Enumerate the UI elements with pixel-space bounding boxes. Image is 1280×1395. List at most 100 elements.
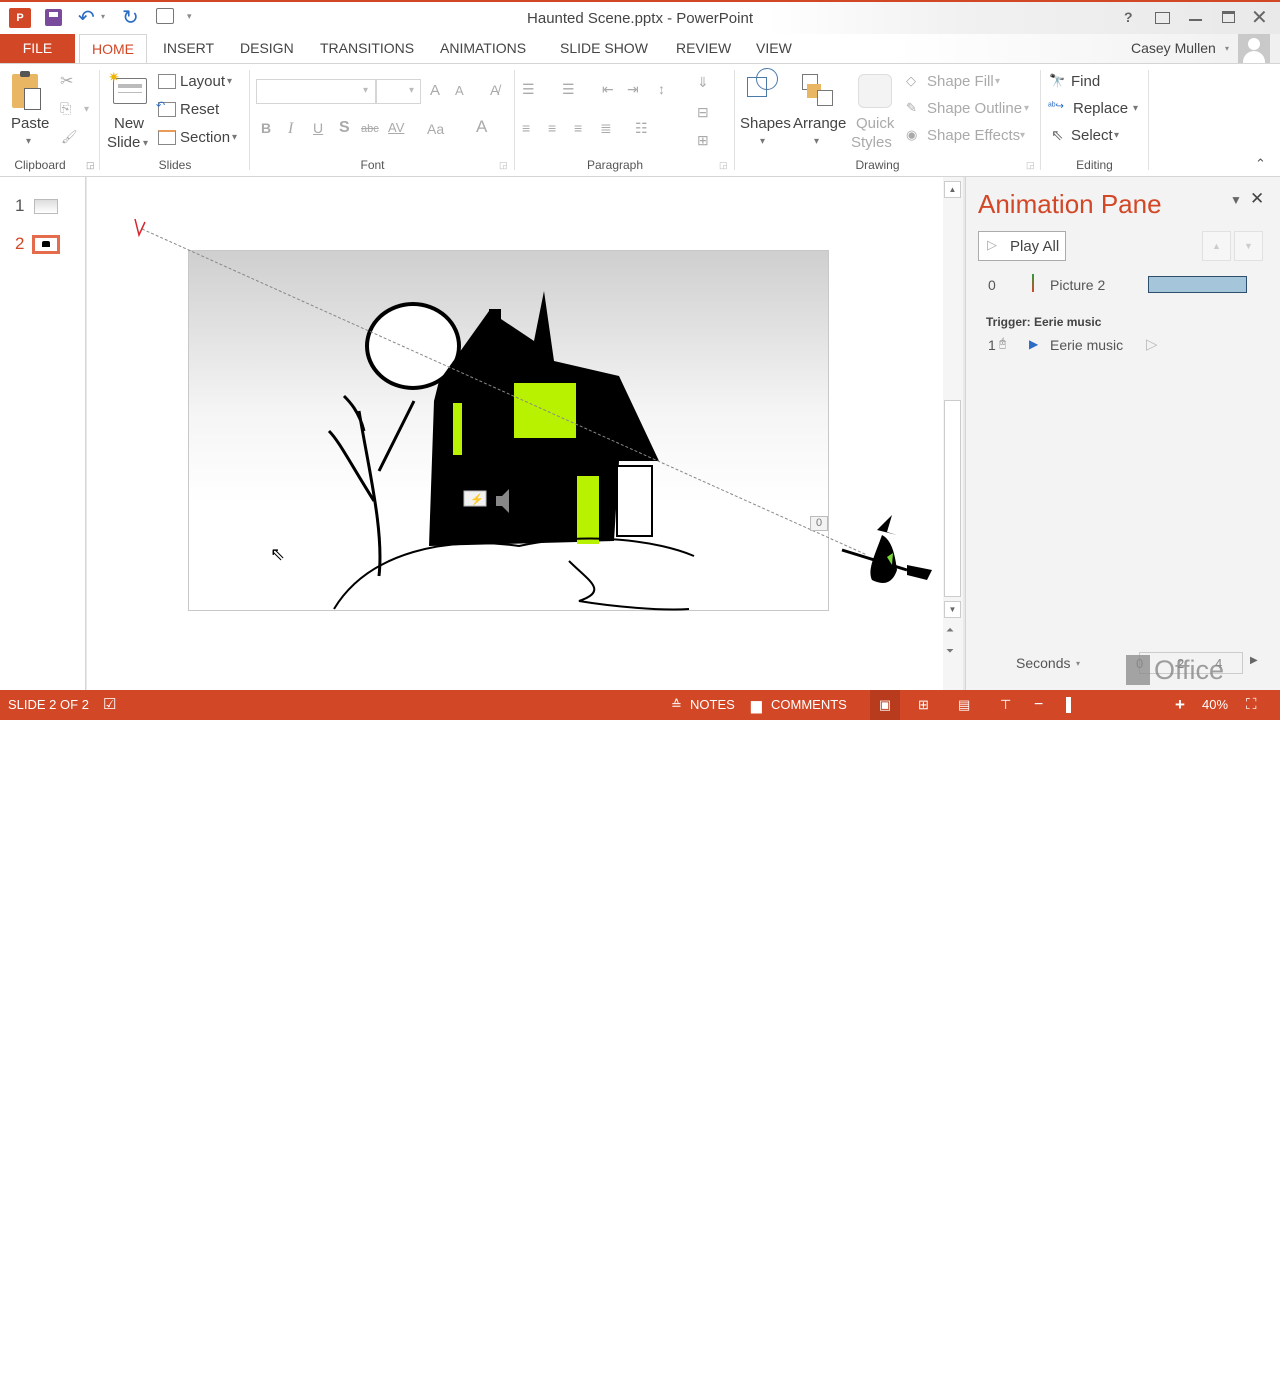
ribbon-display-icon[interactable] <box>1155 12 1170 24</box>
new-slide-icon[interactable]: ✷ <box>108 69 147 104</box>
trigger-animation-item[interactable]: 1 🖰 ▶ Eerie music ▷ <box>966 333 1280 357</box>
justify-icon[interactable]: ≣ <box>600 120 612 137</box>
new-slide-button[interactable]: New <box>114 115 144 132</box>
zoom-out-button[interactable]: − <box>1034 690 1043 720</box>
scroll-down-button[interactable]: ▼ <box>944 601 961 618</box>
notes-button[interactable]: NOTES <box>690 690 735 720</box>
section-button[interactable]: Section <box>180 129 230 146</box>
minimize-icon[interactable] <box>1189 19 1202 21</box>
slide-indicator[interactable]: SLIDE 2 OF 2 <box>8 690 89 720</box>
close-icon[interactable]: ✕ <box>1251 5 1268 30</box>
find-button[interactable]: Find <box>1071 73 1100 90</box>
shape-outline-dropdown-icon[interactable]: ▾ <box>1024 103 1029 114</box>
normal-view-button[interactable]: ▣ <box>870 690 900 720</box>
align-right-icon[interactable]: ≡ <box>574 120 582 136</box>
clipboard-launcher-icon[interactable]: ◲ <box>86 160 95 171</box>
previous-slide-button[interactable]: ⏶ <box>946 625 954 636</box>
layout-dropdown-icon[interactable]: ▾ <box>227 76 232 87</box>
paste-icon[interactable] <box>12 71 41 110</box>
grow-font-button[interactable]: A <box>430 82 440 99</box>
change-case-button[interactable]: Aa <box>427 121 444 137</box>
character-spacing-button[interactable]: AV <box>388 120 404 135</box>
slide-show-button[interactable]: ⊤ <box>1000 690 1011 720</box>
line-spacing-icon[interactable]: ↕ <box>658 81 665 97</box>
tab-review[interactable]: REVIEW <box>666 34 741 63</box>
timeline-units-dropdown[interactable]: Seconds <box>1016 655 1070 671</box>
shrink-font-button[interactable]: A <box>455 83 464 98</box>
pane-close-icon[interactable]: ✕ <box>1250 189 1264 209</box>
bold-button[interactable]: B <box>261 120 271 136</box>
collapse-ribbon-icon[interactable]: ⌃ <box>1255 156 1266 172</box>
reading-view-button[interactable]: ▤ <box>958 690 970 720</box>
numbering-icon[interactable]: ☰ <box>562 81 575 98</box>
tab-slide-show[interactable]: SLIDE SHOW <box>550 34 658 63</box>
align-left-icon[interactable]: ≡ <box>522 120 530 136</box>
align-text-icon[interactable]: ⊟ <box>697 104 709 121</box>
drawing-launcher-icon[interactable]: ◲ <box>1026 160 1035 171</box>
user-name[interactable]: Casey Mullen <box>1131 40 1216 56</box>
zoom-in-button[interactable]: + <box>1175 690 1185 720</box>
replace-dropdown-icon[interactable]: ▾ <box>1133 103 1138 114</box>
quick-styles-button[interactable]: Quick <box>856 115 894 132</box>
tab-transitions[interactable]: TRANSITIONS <box>310 34 424 63</box>
quick-styles-icon[interactable] <box>858 74 892 108</box>
shape-effects-button[interactable]: Shape Effects <box>927 127 1020 144</box>
comments-icon[interactable]: ▆ <box>751 690 762 720</box>
user-avatar[interactable] <box>1238 34 1270 64</box>
scroll-up-button[interactable]: ▲ <box>944 181 961 198</box>
copy-dropdown-icon[interactable]: ▾ <box>84 104 89 115</box>
strikethrough-button[interactable]: abc <box>361 123 379 135</box>
shapes-icon[interactable] <box>747 68 778 97</box>
select-button[interactable]: Select <box>1071 127 1113 144</box>
text-shadow-button[interactable]: S <box>339 119 350 137</box>
zoom-slider-thumb[interactable] <box>1066 697 1071 713</box>
tab-home[interactable]: HOME <box>79 34 147 63</box>
slide-thumbnail-1[interactable] <box>34 199 58 214</box>
shape-fill-dropdown-icon[interactable]: ▾ <box>995 76 1000 87</box>
scroll-thumb[interactable] <box>944 400 961 597</box>
shape-effects-dropdown-icon[interactable]: ▾ <box>1020 130 1025 141</box>
increase-indent-icon[interactable]: ⇥ <box>627 81 639 98</box>
convert-smartart-icon[interactable]: ⊞ <box>697 132 709 149</box>
play-all-button[interactable]: ▷ Play All <box>978 231 1066 261</box>
format-painter-icon[interactable]: 🖌 <box>61 129 78 145</box>
spell-check-icon[interactable]: ☑ <box>103 690 116 720</box>
paste-dropdown-icon[interactable]: ▾ <box>26 136 31 147</box>
zoom-level[interactable]: 40% <box>1202 690 1228 720</box>
decrease-indent-icon[interactable]: ⇤ <box>602 81 614 98</box>
comments-button[interactable]: COMMENTS <box>771 690 847 720</box>
shapes-button[interactable]: Shapes <box>740 115 791 132</box>
fit-slide-to-window-icon[interactable]: ⛶ <box>1246 690 1257 720</box>
help-icon[interactable]: ? <box>1124 9 1133 25</box>
underline-button[interactable]: U <box>313 120 323 136</box>
timeline-units-dropdown-icon[interactable]: ▾ <box>1076 659 1080 668</box>
move-down-button[interactable]: ▼ <box>1234 231 1263 261</box>
new-slide-button-line2[interactable]: Slide <box>107 134 140 151</box>
maximize-icon[interactable] <box>1222 11 1235 23</box>
new-slide-dropdown-icon[interactable]: ▾ <box>143 138 148 149</box>
timing-bar[interactable] <box>1148 276 1247 293</box>
quick-styles-button-line2[interactable]: Styles <box>851 134 892 151</box>
align-center-icon[interactable]: ≡ <box>548 120 556 136</box>
arrange-button[interactable]: Arrange <box>793 115 846 132</box>
user-dropdown-icon[interactable]: ▾ <box>1225 44 1229 53</box>
font-color-button[interactable]: A <box>476 117 487 137</box>
pane-options-icon[interactable]: ▼ <box>1230 193 1242 207</box>
clear-formatting-icon[interactable]: A̸ <box>490 82 499 98</box>
bullets-icon[interactable]: ☰ <box>522 81 535 98</box>
tab-design[interactable]: DESIGN <box>230 34 304 63</box>
text-direction-icon[interactable]: ⇓ <box>697 74 709 91</box>
shape-outline-button[interactable]: Shape Outline <box>927 100 1022 117</box>
paste-button[interactable]: Paste <box>11 115 49 132</box>
reset-button[interactable]: Reset <box>180 101 219 118</box>
tab-animations[interactable]: ANIMATIONS <box>430 34 536 63</box>
notes-icon[interactable]: ≙ <box>671 690 682 720</box>
slide-thumbnail-2[interactable] <box>32 235 60 254</box>
shapes-dropdown-icon[interactable]: ▾ <box>760 136 765 147</box>
tab-view[interactable]: VIEW <box>746 34 802 63</box>
cut-icon[interactable]: ✂ <box>60 71 73 91</box>
slide-sorter-button[interactable]: ⊞ <box>918 690 929 720</box>
animation-item[interactable]: 0 Picture 2 <box>966 273 1280 297</box>
font-launcher-icon[interactable]: ◲ <box>499 160 508 171</box>
font-name-dropdown-icon[interactable]: ▾ <box>363 85 368 96</box>
